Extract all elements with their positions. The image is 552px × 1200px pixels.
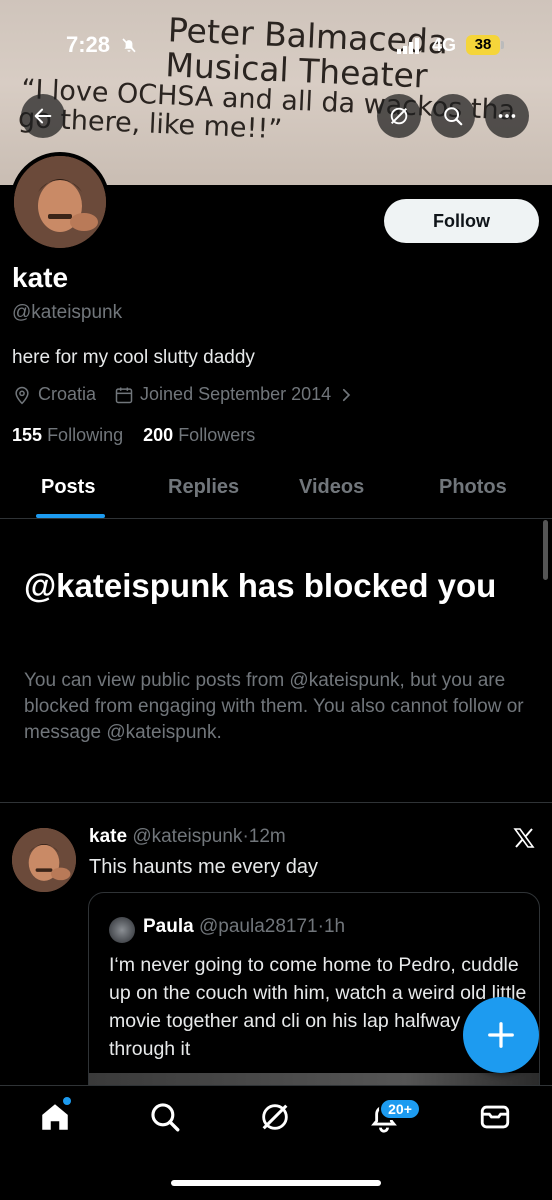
compose-button[interactable] (463, 997, 539, 1073)
followers-link[interactable]: 200 Followers (143, 425, 255, 445)
post-author[interactable]: kate (89, 826, 127, 847)
quote-handle: @paula28171 (198, 916, 318, 937)
scrollbar[interactable] (543, 520, 548, 580)
explore-search-icon[interactable] (148, 1100, 182, 1134)
divider (0, 802, 552, 803)
location-pin-icon (15, 386, 29, 404)
profile-tabs: Posts Replies Videos Photos (0, 462, 552, 519)
quote-author: Paula (143, 916, 194, 937)
search-button[interactable] (431, 94, 475, 138)
profile-meta: Croatia Joined September 2014 (12, 384, 361, 405)
post-time: 12m (248, 826, 286, 847)
blocked-title: @kateispunk has blocked you (24, 567, 497, 604)
grok-icon (390, 107, 408, 125)
tab-posts[interactable]: Posts (41, 476, 95, 499)
followers-label: Followers (178, 425, 256, 445)
x-logo-icon (513, 828, 535, 848)
more-options-button[interactable] (485, 94, 529, 138)
quote-time: 1h (323, 916, 346, 937)
quote-avatar (109, 917, 135, 943)
status-time: 7:28 (66, 32, 111, 57)
status-bar: 7:28 4G 38 (0, 30, 552, 64)
profile-joined[interactable]: Joined September 2014 (140, 384, 331, 405)
profile-location: Croatia (38, 384, 97, 404)
calendar-icon (115, 387, 133, 403)
post-header: kate @kateispunk·12m (89, 826, 286, 847)
followers-count: 200 (143, 425, 174, 445)
signal-icon (397, 38, 419, 54)
profile-handle: @kateispunk (12, 302, 123, 323)
following-label: Following (47, 425, 124, 445)
search-icon (444, 107, 463, 126)
profile-avatar[interactable] (10, 152, 110, 252)
tab-photos[interactable]: Photos (439, 476, 507, 499)
more-icon (498, 114, 516, 118)
avatar-photo (14, 156, 106, 248)
profile-bio: here for my cool slutty daddy (12, 347, 255, 368)
back-button[interactable] (21, 94, 65, 138)
home-indicator (171, 1180, 381, 1186)
grok-nav-icon[interactable] (258, 1100, 292, 1134)
profile-name: kate (12, 262, 69, 293)
grok-button[interactable] (377, 94, 421, 138)
arrow-left-icon (34, 108, 52, 124)
messages-envelope-icon[interactable] (478, 1100, 512, 1134)
plus-icon (488, 1022, 514, 1048)
blocked-message: You can view public posts from @kateispu… (24, 670, 524, 743)
post-avatar[interactable] (12, 828, 76, 892)
banner-image-text: Peter Balmaceda Musical Theater “I love … (0, 6, 552, 156)
post-text: This haunts me every day (89, 856, 318, 878)
following-count: 155 (12, 425, 43, 445)
follow-counts: 155 Following 200 Followers (12, 425, 255, 446)
home-icon[interactable] (38, 1100, 72, 1134)
post-handle: @kateispunk (132, 826, 243, 847)
tab-videos[interactable]: Videos (299, 476, 364, 499)
network-type: 4G (432, 35, 457, 55)
avatar-photo (12, 828, 76, 892)
active-tab-indicator (36, 514, 105, 518)
chevron-right-icon[interactable] (337, 386, 355, 404)
following-link[interactable]: 155 Following (12, 425, 123, 445)
tab-replies[interactable]: Replies (168, 476, 239, 499)
quote-header: Paula @paula28171·1h (143, 916, 346, 937)
follow-button[interactable]: Follow (384, 199, 539, 243)
bell-off-icon (122, 38, 136, 53)
notifications-badge: 20+ (379, 1098, 421, 1120)
home-unread-dot (63, 1097, 71, 1105)
battery-indicator: 38 (466, 35, 504, 55)
